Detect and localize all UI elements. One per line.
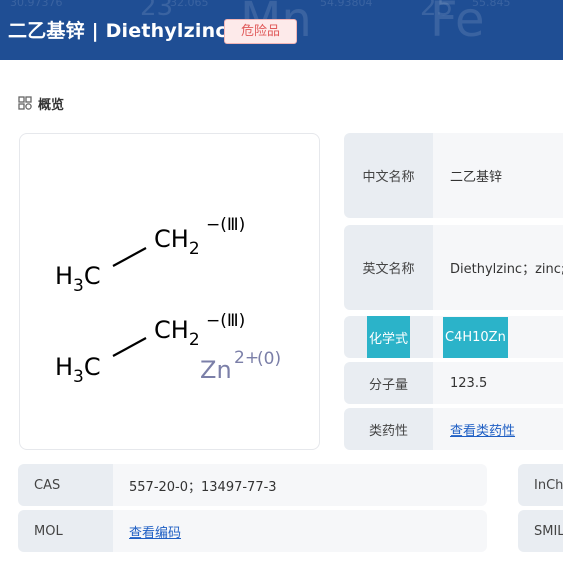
property-row-druglikeness: 类药性 查看类药性 <box>344 408 563 450</box>
formula-label-highlight: 化学式 <box>366 316 410 358</box>
mol-row: MOL 查看编码 <box>18 510 487 552</box>
property-row-molecular-weight: 分子量 123.5 <box>344 362 563 404</box>
mol-label: MOL <box>18 510 113 552</box>
property-value: 123.5 <box>433 362 563 404</box>
watermark: 25 <box>420 0 454 22</box>
hazard-badge[interactable]: 危险品 <box>224 19 298 44</box>
overview-heading: 概览 <box>18 92 64 114</box>
property-label: 化学式 <box>344 316 433 358</box>
property-value: Diethylzinc；zinc;eth <box>433 225 563 310</box>
cas-value: 557-20-0；13497-77-3 <box>113 464 487 506</box>
bond-top <box>112 247 147 267</box>
atom-zn: Zn <box>200 356 232 384</box>
smiles-label: SMILES <box>518 510 563 552</box>
atom-ch2-top: CH2 <box>154 225 200 259</box>
view-code-link[interactable]: 查看编码 <box>129 522 181 541</box>
watermark: 30.97376 <box>10 0 63 9</box>
formula-value-highlight: C4H10Zn <box>443 316 508 358</box>
property-row-chinese-name: 中文名称 二乙基锌 <box>344 133 563 218</box>
cas-label: CAS <box>18 464 113 506</box>
property-value: 查看类药性 <box>433 408 563 450</box>
property-row-formula: 化学式 C4H10Zn <box>344 316 563 358</box>
property-label: 英文名称 <box>344 225 433 310</box>
atom-ch2-bottom: CH2 <box>154 316 200 350</box>
druglikeness-link[interactable]: 查看类药性 <box>450 420 515 439</box>
atom-ch3-bottom: H3C <box>55 353 101 387</box>
grid-icon <box>18 96 32 110</box>
oxidation-zn: (0) <box>257 349 281 369</box>
bond-bottom <box>112 337 147 357</box>
property-row-english-name: 英文名称 Diethylzinc；zinc;eth <box>344 225 563 310</box>
property-value: 二乙基锌 <box>433 133 563 218</box>
watermark: 54.93804 <box>320 0 373 9</box>
cas-row: CAS 557-20-0；13497-77-3 <box>18 464 487 506</box>
structure-card: CH2 −(Ⅲ) H3C CH2 −(Ⅲ) H3C Zn 2+ (0) <box>19 133 320 450</box>
property-label: 类药性 <box>344 408 433 450</box>
smiles-row: SMILES <box>518 510 563 552</box>
mol-value: 查看编码 <box>113 510 487 552</box>
watermark: 32.065 <box>170 0 209 9</box>
page-header: Mn Fe 30.97376 32.065 54.93804 55.845 25… <box>0 0 563 60</box>
property-label: 分子量 <box>344 362 433 404</box>
page-title: 二乙基锌 | Diethylzinc <box>8 20 227 42</box>
watermark: 55.845 <box>472 0 511 9</box>
overview-title: 概览 <box>38 97 65 113</box>
atom-ch3-top: H3C <box>55 262 101 296</box>
inchi-row: InChI <box>518 464 563 506</box>
charge-ch2-bottom: −(Ⅲ) <box>206 311 245 331</box>
property-label: 中文名称 <box>344 133 433 218</box>
charge-ch2-top: −(Ⅲ) <box>206 215 245 235</box>
structure-diagram: CH2 −(Ⅲ) H3C CH2 −(Ⅲ) H3C Zn 2+ (0) <box>55 215 281 387</box>
property-value: C4H10Zn <box>433 316 563 358</box>
charge-zn: 2+ <box>234 348 259 368</box>
inchi-label: InChI <box>518 464 563 506</box>
